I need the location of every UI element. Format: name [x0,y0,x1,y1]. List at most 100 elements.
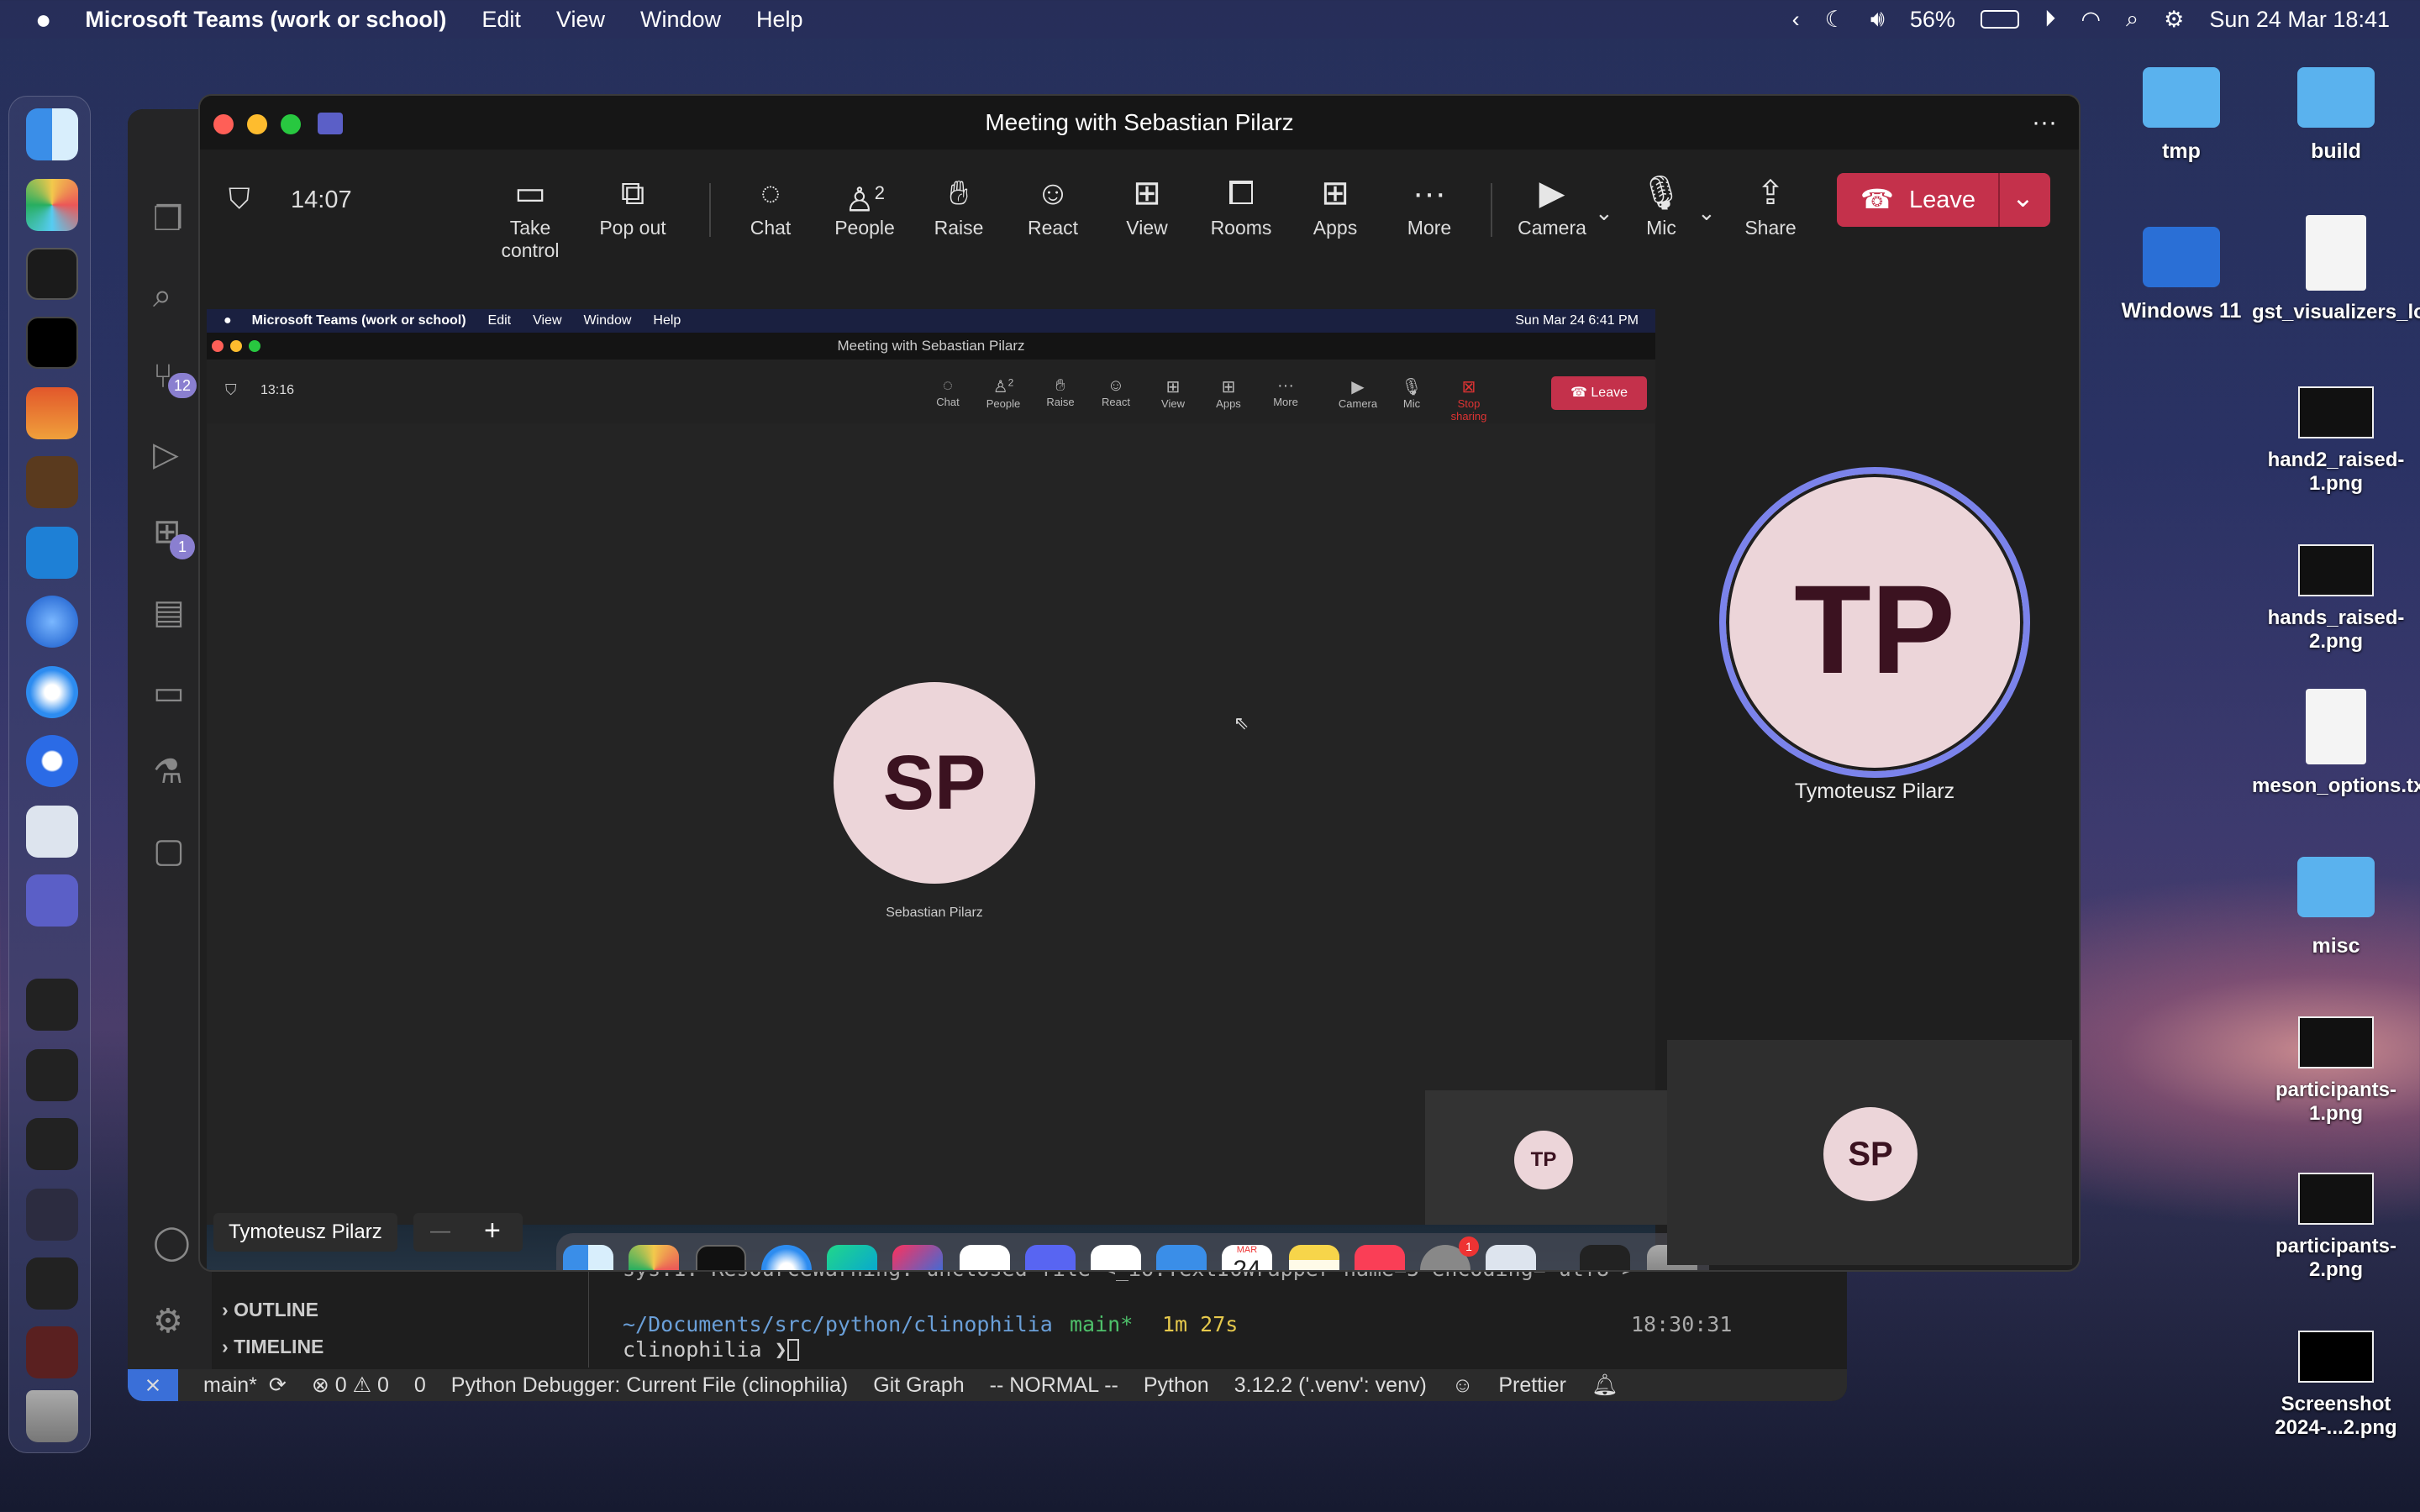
chat-icon[interactable]: ▢ [153,832,185,870]
preview-icon[interactable] [26,806,78,858]
camera-button[interactable]: ▶︎ Camera [1506,173,1598,239]
search-icon[interactable]: ⌕ [2126,6,2139,33]
play-icon[interactable]: ⏵ [2044,6,2056,33]
outline-section[interactable]: › OUTLINE [222,1299,318,1321]
window-thumb-icon[interactable] [26,1118,78,1170]
leave-options-chevron-icon[interactable]: ⌄ [2012,181,2034,213]
share-button[interactable]: ⇪ Share [1724,173,1817,239]
zoom-out-button[interactable]: — [430,1220,450,1243]
camera-options-chevron-icon[interactable]: ⌄ [1595,200,1613,226]
desktop-folder-tmp[interactable]: tmp [2097,67,2265,164]
safari-icon[interactable] [26,666,78,718]
battery-icon[interactable] [1980,10,2019,29]
desktop-file-meson[interactable]: meson_options.txt [2252,689,2420,798]
desktop-file-participants2[interactable]: participants-2.png [2252,1173,2420,1282]
mic-options-chevron-icon[interactable]: ⌄ [1697,200,1716,226]
git-graph-status[interactable]: Git Graph [873,1373,964,1398]
window-thumb-icon[interactable] [26,1257,78,1310]
shield-icon[interactable]: ⛉ [229,183,250,216]
window-thumb-icon[interactable] [26,1189,78,1241]
branch-status[interactable]: main* [203,1373,257,1398]
gitup-icon[interactable] [26,456,78,508]
window-thumb-icon[interactable] [26,1049,78,1101]
iterm-icon[interactable] [26,317,78,369]
zoom-in-button[interactable]: + [484,1215,501,1247]
more-button[interactable]: ··· More [1383,173,1476,239]
control-center-icon[interactable]: ⚙ [2164,7,2184,33]
chromium-icon[interactable] [26,735,78,787]
mail-icon [1156,1245,1207,1270]
testing-icon[interactable]: ⚗ [153,753,183,791]
menu-window[interactable]: Window [640,7,721,33]
avatar-tymoteusz[interactable]: TP [1719,467,2030,778]
ports-status[interactable]: 0 [414,1373,426,1398]
window-thumb-icon[interactable] [26,1326,78,1378]
shared-view: ⊞ View [1148,376,1198,410]
more-options-icon[interactable]: ··· [2032,96,2057,150]
menu-help[interactable]: Help [756,7,803,33]
search-icon[interactable]: ⌕ [153,277,171,315]
volume-icon[interactable]: 🔊︎ [1870,6,1885,33]
menu-edit[interactable]: Edit [481,7,521,33]
sync-icon[interactable]: ⟳ [269,1373,287,1398]
apple-icon[interactable]: ● [35,4,51,35]
desktop-file-participants1[interactable]: participants-1.png [2252,1016,2420,1126]
desktop-folder-build[interactable]: build [2252,67,2420,164]
interpreter-status[interactable]: 3.12.2 ('.venv': venv) [1234,1373,1427,1398]
desktop-windows11[interactable]: Windows 11 [2097,227,2265,323]
timeline-section[interactable]: › TIMELINE [222,1336,324,1358]
moon-icon[interactable]: ☾ [1825,7,1845,33]
desktop-file-hand2[interactable]: hand2_raised-1.png [2252,386,2420,496]
people-button[interactable]: ♙2 People [818,173,911,239]
hand-icon: ✋︎ [1055,376,1065,395]
zoom-button[interactable] [281,114,301,134]
run-debug-icon[interactable]: ▷ [153,435,179,474]
alacritty-icon[interactable] [26,387,78,439]
desktop-file-hands[interactable]: hands_raised-2.png [2252,544,2420,654]
explorer-icon[interactable]: ❐ [153,200,183,239]
desktop-folder-misc[interactable]: misc [2252,857,2420,958]
apps-label: Apps [1313,217,1358,239]
problems-status[interactable]: ⊗ 0 ⚠ 0 [312,1373,389,1398]
chevron-left-icon[interactable]: ‹ [1792,7,1800,33]
react-button[interactable]: ☺ React [1007,173,1099,239]
shared-mic-label: Mic [1402,397,1421,410]
trash-icon[interactable] [26,1390,78,1442]
wifi-icon[interactable]: ◠ [2081,7,2101,33]
pop-out-button[interactable]: ⧉ Pop out [587,173,679,239]
rooms-button[interactable]: ⧠ Rooms [1195,173,1287,239]
terminal-panel[interactable]: sys:1: ResourceWarning: unclosed file <_… [588,1257,1847,1368]
take-control-button[interactable]: ▭ Take control [484,173,576,262]
bell-icon[interactable]: 🔔︎ [1591,1373,1618,1398]
desktop-file-gst[interactable]: gst_visualizers_loc.txt [2252,215,2420,324]
raise-hand-button[interactable]: ✋︎ Raise [913,173,1005,239]
remote-explorer-icon[interactable]: ▭ [153,674,185,712]
remote-indicator[interactable]: ⨯ [128,1369,178,1401]
apps-button[interactable]: ⊞ Apps [1289,173,1381,239]
vscode-icon[interactable] [26,527,78,579]
docker-icon[interactable]: ▤ [153,593,185,632]
menu-view[interactable]: View [556,7,605,33]
finder-icon[interactable] [26,108,78,160]
menubar-app-name[interactable]: Microsoft Teams (work or school) [85,7,446,33]
terminal-cursor[interactable] [787,1339,799,1361]
settings-gear-icon[interactable]: ⚙ [153,1302,183,1341]
language-status[interactable]: Python [1144,1373,1209,1398]
terminal-icon[interactable] [26,248,78,300]
copilot-icon[interactable]: ☺ [1452,1373,1474,1398]
prettier-status[interactable]: Prettier [1498,1373,1566,1398]
minimize-button[interactable] [247,114,267,134]
desktop-file-screenshot[interactable]: Screenshot 2024-...2.png [2252,1331,2420,1440]
chat-button[interactable]: ◌ Chat [724,173,817,239]
teams-icon[interactable] [26,874,78,927]
account-icon[interactable]: ◯ [153,1223,191,1262]
launchpad-icon[interactable] [26,179,78,231]
close-button[interactable] [213,114,234,134]
window-thumb-icon[interactable] [26,979,78,1031]
debug-config-status[interactable]: Python Debugger: Current File (clinophil… [451,1373,848,1398]
mic-button[interactable]: 🎙︎ Mic [1615,173,1707,239]
leave-button[interactable]: ☎︎ Leave ⌄ [1837,173,2050,227]
menubar-clock[interactable]: Sun 24 Mar 18:41 [2209,7,2390,33]
firefox-icon[interactable] [26,596,78,648]
view-button[interactable]: ⊞ View [1101,173,1193,239]
